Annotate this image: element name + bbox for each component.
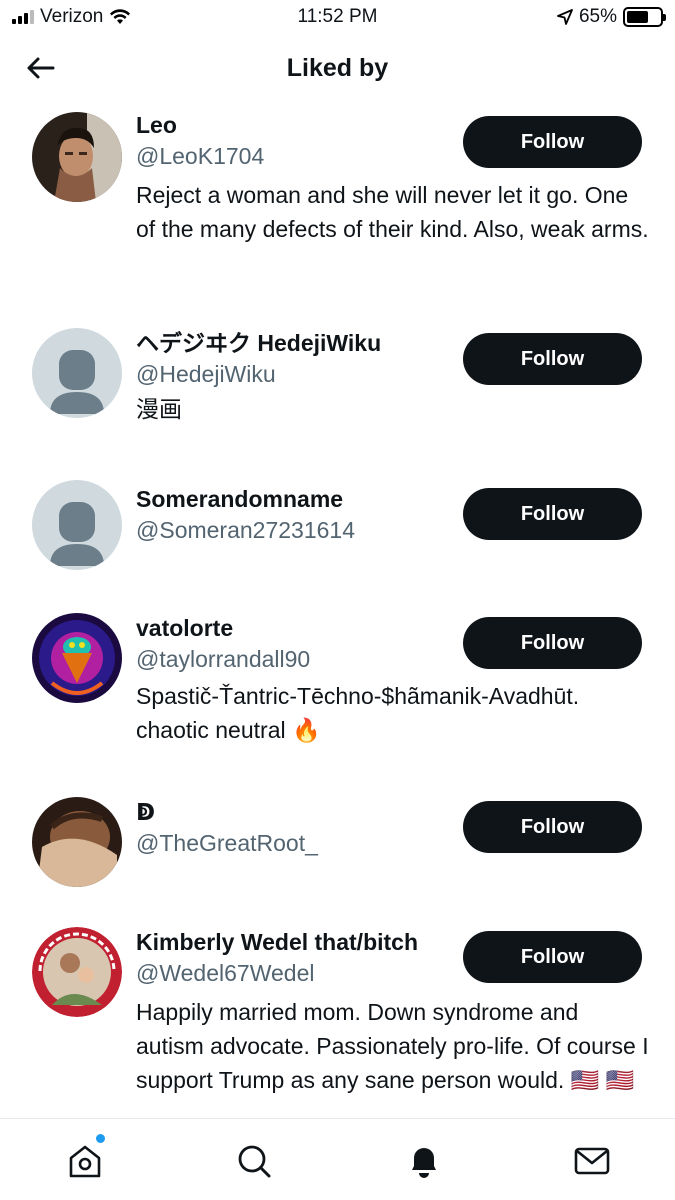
- bell-icon: [412, 1148, 436, 1178]
- default-person-icon: [32, 328, 122, 418]
- location-arrow-icon: [557, 9, 573, 25]
- follow-button[interactable]: Follow: [463, 617, 642, 669]
- home-icon: [69, 1145, 101, 1178]
- avatar[interactable]: [32, 328, 122, 418]
- avatar[interactable]: [32, 112, 122, 202]
- liked-by-list[interactable]: Leo @LeoK1704 Reject a woman and she wil…: [0, 102, 675, 1118]
- nav-notifications[interactable]: [402, 1139, 446, 1183]
- page-title: Liked by: [286, 54, 389, 82]
- battery-percent: 65%: [578, 6, 617, 27]
- avatar[interactable]: [32, 480, 122, 570]
- user-bio: 漫画: [136, 396, 182, 422]
- page-header: Liked by: [0, 36, 675, 102]
- user-bio: Reject a woman and she will never let it…: [136, 182, 649, 242]
- mail-icon: [574, 1147, 610, 1175]
- nav-home[interactable]: [63, 1134, 107, 1183]
- list-item[interactable]: Somerandomname @Someran27231614 Follow: [0, 480, 675, 584]
- user-bio: Happily married mom. Down syndrome and a…: [136, 999, 649, 1093]
- default-person-icon: [32, 480, 122, 570]
- avatar-painting: [32, 797, 122, 887]
- list-item[interactable]: ヘデジヰク HedejiWiku @HedejiWiku 漫画 Follow: [0, 328, 675, 468]
- search-icon: [238, 1145, 271, 1178]
- nav-search[interactable]: [232, 1139, 276, 1183]
- nav-messages[interactable]: [570, 1139, 614, 1183]
- follow-button[interactable]: Follow: [463, 801, 642, 853]
- bottom-nav: [0, 1118, 675, 1200]
- list-item[interactable]: ↁ @TheGreatRoot_ Follow: [0, 797, 675, 907]
- avatar[interactable]: [32, 797, 122, 887]
- avatar-photo-badge: [32, 927, 122, 1017]
- battery-fill: [627, 11, 648, 23]
- follow-button[interactable]: Follow: [463, 931, 642, 983]
- follow-button[interactable]: Follow: [463, 333, 642, 385]
- avatar-photo: [32, 112, 122, 202]
- battery-icon: [623, 7, 666, 27]
- follow-button[interactable]: Follow: [463, 488, 642, 540]
- follow-button[interactable]: Follow: [463, 116, 642, 168]
- notification-dot: [96, 1134, 105, 1143]
- list-item[interactable]: Kimberly Wedel that/bitch @Wedel67Wedel …: [0, 927, 675, 1118]
- user-bio: Spastič-Ťantric-Tēchno-$hãmanik-Avadhūt.…: [136, 683, 580, 743]
- list-item[interactable]: vatolorte @taylorrandall90 Spastič-Ťantr…: [0, 613, 675, 783]
- status-right: 65%: [557, 6, 666, 28]
- avatar-art: [32, 613, 122, 703]
- avatar[interactable]: [32, 613, 122, 703]
- avatar[interactable]: [32, 927, 122, 1017]
- list-item[interactable]: Leo @LeoK1704 Reject a woman and she wil…: [0, 110, 675, 320]
- status-bar: Verizon 11:52 PM 65%: [0, 0, 675, 36]
